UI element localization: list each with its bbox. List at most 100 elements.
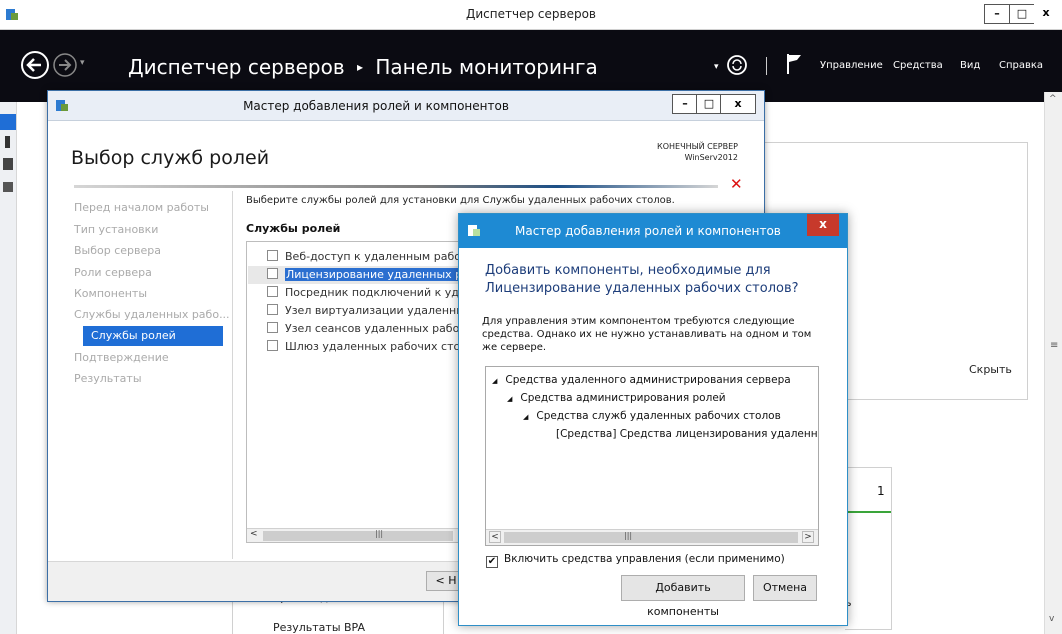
dialog-titlebar: Мастер добавления ролей и компонентов x [459, 214, 847, 248]
role-item-web-access[interactable]: Веб-доступ к удаленным рабочим [267, 248, 463, 266]
scroll-down-icon[interactable]: v [1049, 614, 1054, 624]
dashboard-nav-icon[interactable] [0, 114, 16, 130]
scroll-grip-icon: ||| [624, 531, 633, 540]
checkbox[interactable] [267, 268, 278, 279]
breadcrumb-page: Панель мониторинга [375, 55, 598, 79]
wizard-close-button[interactable]: x [720, 94, 756, 114]
back-arrow-icon[interactable] [20, 50, 50, 80]
checkbox[interactable] [267, 250, 278, 261]
breadcrumb-root[interactable]: Диспетчер серверов [128, 55, 345, 79]
vertical-scrollbar[interactable]: ^ ≡ v [1044, 92, 1062, 634]
bpa-results-link[interactable]: Результаты BPA [273, 621, 365, 634]
nav-installation-type[interactable]: Тип установки [74, 223, 158, 236]
tree-node-rds-tools[interactable]: ◢ Средства служб удаленных рабочих столов [523, 410, 781, 422]
dashboard-tile-bottom: Результаты BPA [232, 602, 444, 634]
scroll-up-icon[interactable]: ^ [1049, 94, 1057, 104]
wizard-title: Мастер добавления ролей и компонентов [243, 99, 509, 113]
tile-count: 1 [877, 484, 885, 498]
scroll-left-icon[interactable]: < [250, 529, 258, 539]
nav-before-you-begin[interactable]: Перед началом работы [74, 201, 209, 214]
role-item-broker[interactable]: Посредник подключений к удален [267, 284, 463, 302]
all-servers-nav-icon[interactable] [3, 158, 13, 170]
scroll-grip-icon: ||| [375, 529, 384, 538]
tree-node-rsat[interactable]: ◢ Средства удаленного администрирования с… [492, 374, 791, 386]
wizard-minimize-button[interactable]: – [672, 94, 698, 114]
nav-server-selection[interactable]: Выбор сервера [74, 244, 161, 257]
menu-manage[interactable]: Управление [820, 60, 883, 71]
menu-tools[interactable]: Средства [893, 60, 943, 71]
tile-status-bar [845, 511, 891, 513]
close-button[interactable]: x [1034, 4, 1058, 24]
include-tools-label: Включить средства управления (если приме… [504, 553, 785, 565]
scroll-thumb[interactable] [263, 531, 453, 541]
checkbox[interactable] [267, 322, 278, 333]
dialog-close-button[interactable]: x [807, 214, 839, 236]
scroll-left-icon[interactable]: < [489, 531, 501, 543]
destination-server-name: WinServ2012 [684, 153, 738, 162]
nav-divider [232, 191, 233, 559]
checkbox[interactable] [267, 340, 278, 351]
dialog-app-icon [468, 225, 480, 236]
refresh-dropdown-icon[interactable]: ▾ [714, 62, 719, 72]
role-item-gateway[interactable]: Шлюз удаленных рабочих столов [267, 338, 463, 356]
scroll-right-icon[interactable]: > [802, 531, 814, 543]
checkbox[interactable] [267, 286, 278, 297]
wizard-heading: Выбор служб ролей [71, 147, 270, 169]
expand-arrow-icon: ◢ [507, 395, 513, 403]
destination-server: КОНЕЧНЫЙ СЕРВЕР WinServ2012 [608, 141, 738, 163]
role-services-header: Службы ролей [246, 222, 341, 235]
menu-view[interactable]: Вид [960, 60, 980, 71]
role-tile[interactable]: 1 ь [845, 467, 892, 630]
notifications-flag-icon[interactable] [786, 52, 804, 76]
window-titlebar: Диспетчер серверов – □ x [0, 0, 1062, 30]
nav-server-roles[interactable]: Роли сервера [74, 266, 152, 279]
error-x-icon: ✕ [730, 175, 743, 193]
window-title: Диспетчер серверов [466, 7, 596, 21]
nav-rds[interactable]: Службы удаленных рабо... [74, 308, 230, 321]
include-tools-checkbox[interactable]: ✔ [486, 556, 498, 568]
include-tools-option[interactable]: ✔ Включить средства управления (если прим… [486, 553, 785, 568]
tree-node-licensing-tools[interactable]: [Средства] Средства лицензирования удале… [556, 428, 818, 440]
nav-confirmation[interactable]: Подтверждение [74, 351, 169, 364]
scroll-thumb[interactable] [504, 532, 798, 543]
tree-node-role-admin-tools[interactable]: ◢ Средства администрирования ролей [507, 392, 726, 404]
checkbox[interactable] [267, 304, 278, 315]
roles-horizontal-scrollbar[interactable]: < ||| [247, 528, 463, 542]
expand-arrow-icon: ◢ [523, 413, 529, 421]
menu-help[interactable]: Справка [999, 60, 1043, 71]
refresh-icon[interactable] [726, 54, 748, 76]
local-server-nav-icon[interactable] [5, 136, 10, 148]
add-features-button[interactable]: Добавить компоненты [621, 575, 745, 618]
wizard-maximize-button[interactable]: □ [696, 94, 722, 114]
dialog-title: Мастер добавления ролей и компонентов [515, 224, 781, 238]
header-divider [766, 57, 767, 75]
nav-sidebar [0, 102, 17, 634]
nav-features[interactable]: Компоненты [74, 287, 147, 300]
dialog-description: Для управления этим компонентом требуютс… [482, 316, 812, 353]
expand-arrow-icon: ◢ [492, 377, 498, 385]
dialog-heading: Добавить компоненты, необходимые для Лиц… [485, 263, 799, 296]
role-item-virtualization[interactable]: Узел виртуализации удаленных раб [267, 302, 463, 320]
add-features-dialog: Мастер добавления ролей и компонентов x … [458, 213, 848, 626]
instruction-text: Выберите службы ролей для установки для … [246, 195, 675, 206]
maximize-button[interactable]: □ [1009, 4, 1035, 24]
nav-results[interactable]: Результаты [74, 372, 142, 385]
role-item-licensing[interactable]: Лицензирование удаленных рабоч [248, 266, 463, 284]
cancel-button[interactable]: Отмена [753, 575, 817, 601]
header-progress-line [74, 185, 718, 188]
file-services-nav-icon[interactable] [3, 182, 13, 192]
breadcrumb: Диспетчер серверов ▸ Панель мониторинга [128, 55, 598, 79]
tree-horizontal-scrollbar[interactable]: < ||| > [486, 529, 818, 545]
minimize-button[interactable]: – [984, 4, 1010, 24]
scroll-thumb-icon[interactable]: ≡ [1050, 340, 1058, 351]
destination-label: КОНЕЧНЫЙ СЕРВЕР [657, 142, 738, 151]
forward-arrow-icon[interactable] [52, 52, 78, 78]
role-services-list: Веб-доступ к удаленным рабочим Лицензиро… [246, 241, 464, 543]
wizard-titlebar: Мастер добавления ролей и компонентов – … [48, 91, 764, 121]
required-features-tree: ◢ Средства удаленного администрирования с… [485, 366, 819, 546]
history-dropdown-icon[interactable]: ▾ [80, 58, 85, 68]
hide-link[interactable]: Скрыть [969, 363, 1012, 376]
role-item-session-host[interactable]: Узел сеансов удаленных рабочих с [267, 320, 463, 338]
nav-role-services[interactable]: Службы ролей [83, 326, 223, 346]
breadcrumb-separator: ▸ [357, 60, 364, 74]
